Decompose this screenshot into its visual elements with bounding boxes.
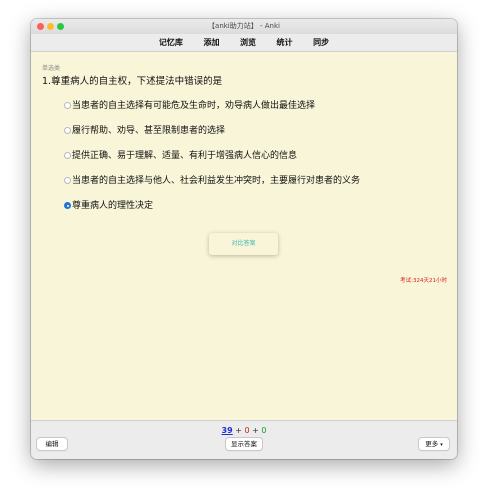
radio-button[interactable] [64, 102, 71, 109]
edit-button[interactable]: 编辑 [37, 438, 67, 450]
toolbar-stats[interactable]: 统计 [277, 34, 293, 51]
option-text: 当患者的自主选择与他人、社会利益发生冲突时，主要履行对患者的义务 [72, 176, 361, 186]
bottom-bar: 39 + 0 + 0 编辑 显示答案 更多 ▾ [31, 420, 457, 459]
radio-button-selected[interactable] [64, 202, 71, 209]
more-button[interactable]: 更多 ▾ [419, 438, 449, 450]
toolbar-add[interactable]: 添加 [203, 34, 219, 51]
option-c[interactable]: 提供正确、易于理解、适量、有利于增强病人信心的信息 [64, 148, 297, 161]
exam-countdown: 考试:324天21小时 [400, 278, 447, 284]
compare-answer-button[interactable]: 对比答案 [209, 233, 278, 255]
count-separator: + [232, 426, 245, 435]
toolbar-browse[interactable]: 浏览 [240, 34, 256, 51]
review-count: 0 [261, 426, 267, 435]
option-text: 履行帮助、劝导、甚至限制患者的选择 [72, 126, 226, 136]
toolbar-sync[interactable]: 同步 [313, 34, 329, 51]
minimize-window-button[interactable] [47, 23, 54, 30]
count-separator: + [249, 426, 262, 435]
option-e[interactable]: 尊重病人的理性决定 [64, 198, 153, 211]
question-type-label: 单选类 [42, 65, 61, 72]
maximize-window-button[interactable] [57, 23, 64, 30]
new-count: 39 [221, 426, 233, 435]
close-window-button[interactable] [37, 23, 44, 30]
window-title: 【anki助力站】 - Anki [208, 22, 280, 30]
option-d[interactable]: 当患者的自主选择与他人、社会利益发生冲突时，主要履行对患者的义务 [64, 173, 360, 186]
show-answer-button[interactable]: 显示答案 [226, 438, 262, 450]
caret-down-icon: ▾ [440, 442, 443, 448]
main-toolbar: 记忆库 添加 浏览 统计 同步 [31, 34, 457, 52]
radio-button[interactable] [64, 127, 71, 134]
option-text: 尊重病人的理性决定 [72, 201, 154, 211]
toolbar-decks[interactable]: 记忆库 [159, 34, 183, 51]
option-a[interactable]: 当患者的自主选择有可能危及生命时，劝导病人做出最佳选择 [64, 98, 315, 111]
option-text: 当患者的自主选择有可能危及生命时，劝导病人做出最佳选择 [72, 101, 316, 111]
radio-button[interactable] [64, 177, 71, 184]
anki-window: 【anki助力站】 - Anki 记忆库 添加 浏览 统计 同步 单选类 1.尊… [31, 19, 457, 459]
card-area: 单选类 1.尊重病人的自主权，下述提法中错误的是 当患者的自主选择有可能危及生命… [31, 52, 457, 420]
title-bar: 【anki助力站】 - Anki [31, 19, 457, 34]
question-text: 1.尊重病人的自主权，下述提法中错误的是 [42, 76, 223, 87]
more-label: 更多 [425, 440, 439, 448]
option-text: 提供正确、易于理解、适量、有利于增强病人信心的信息 [72, 151, 298, 161]
option-b[interactable]: 履行帮助、劝导、甚至限制患者的选择 [64, 123, 225, 136]
due-counts: 39 + 0 + 0 [31, 426, 457, 435]
radio-button[interactable] [64, 152, 71, 159]
